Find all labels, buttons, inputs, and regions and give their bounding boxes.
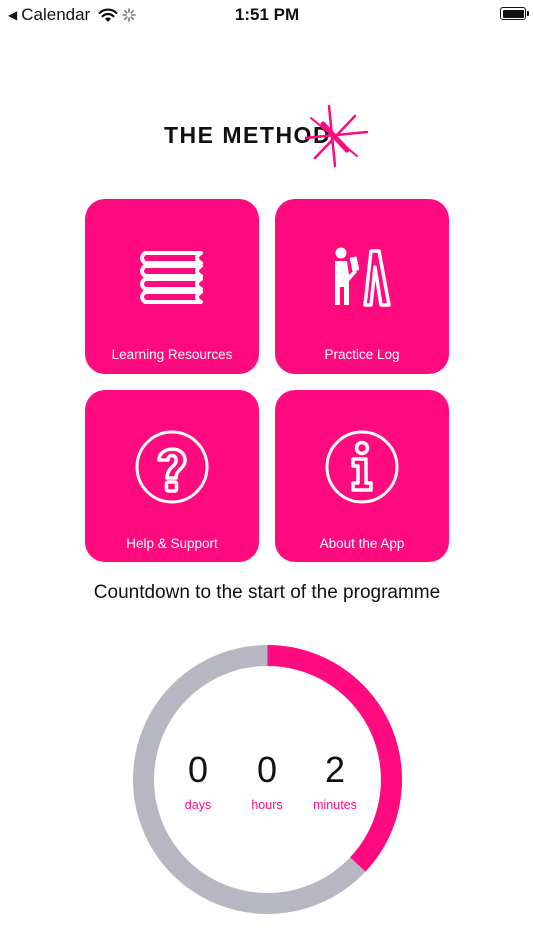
days-value: 0 bbox=[187, 749, 209, 790]
hours-label: hours bbox=[251, 798, 283, 812]
days-label: days bbox=[184, 798, 212, 812]
hours-value: 0 bbox=[256, 749, 278, 790]
countdown-hours: 0 hours bbox=[232, 749, 302, 813]
countdown-minutes: 2 minutes bbox=[300, 749, 370, 813]
logo-star-icon bbox=[305, 104, 369, 168]
practice-log-tile[interactable]: Practice Log bbox=[275, 199, 449, 374]
help-support-label: Help & Support bbox=[126, 536, 218, 551]
minutes-value: 2 bbox=[324, 749, 346, 790]
learning-resources-label: Learning Resources bbox=[111, 347, 233, 362]
countdown-days: 0 days bbox=[163, 749, 233, 813]
learning-resources-tile[interactable]: Learning Resources bbox=[85, 199, 259, 374]
question-circle-icon bbox=[135, 430, 209, 504]
status-bar: ◀ Calendar 1:51 PM bbox=[0, 0, 534, 30]
countdown-title: Countdown to the start of the programme bbox=[93, 582, 441, 603]
person-easel-icon bbox=[335, 247, 391, 307]
minutes-label: minutes bbox=[313, 798, 357, 812]
countdown-values: 0 days 0 hours 2 minutes bbox=[130, 642, 405, 917]
about-app-label: About the App bbox=[319, 536, 405, 551]
help-support-tile[interactable]: Help & Support bbox=[85, 390, 259, 562]
battery-icon bbox=[500, 7, 529, 20]
app-logo: THE METHOD bbox=[160, 104, 375, 170]
about-app-tile[interactable]: About the App bbox=[275, 390, 449, 562]
books-icon bbox=[140, 251, 203, 304]
status-time: 1:51 PM bbox=[234, 5, 300, 24]
info-circle-icon bbox=[325, 430, 399, 504]
practice-log-label: Practice Log bbox=[324, 347, 400, 362]
